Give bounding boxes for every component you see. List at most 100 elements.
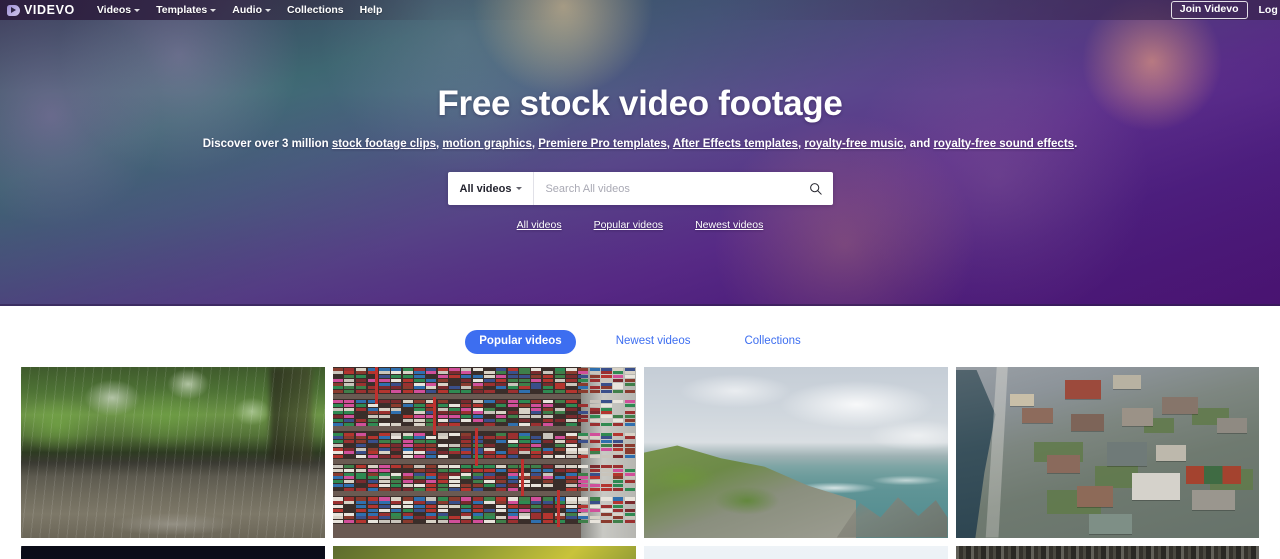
decor-container (555, 455, 565, 458)
decor-container (449, 476, 459, 479)
decor-container (531, 440, 541, 443)
hero-subtitle-link[interactable]: royalty-free sound effects (933, 138, 1074, 150)
tab-newest-videos[interactable]: Newest videos (602, 330, 705, 354)
nav-item-templates[interactable]: Templates (156, 4, 216, 16)
video-card[interactable] (333, 546, 637, 559)
decor-container (426, 513, 436, 516)
site-logo[interactable]: VIDEVO (7, 4, 75, 17)
decor-container (613, 371, 623, 374)
decor-container (531, 444, 541, 447)
decor-container (368, 455, 378, 458)
tab-popular-videos[interactable]: Popular videos (465, 330, 575, 354)
join-videvo-button[interactable]: Join Videvo (1171, 1, 1248, 20)
decor-container (379, 411, 389, 414)
decor-container (601, 400, 611, 403)
decor-container (543, 455, 553, 458)
nav-item-collections[interactable]: Collections (287, 4, 344, 16)
decor-container (379, 448, 389, 451)
decor-container (379, 415, 389, 418)
quick-link-all-videos[interactable]: All videos (517, 219, 562, 231)
hero-subtitle-link[interactable]: After Effects templates (673, 138, 798, 150)
decor-container (403, 509, 413, 512)
decor-container (414, 497, 424, 500)
decor-container (403, 488, 413, 491)
decor-container (438, 473, 448, 476)
hero-subtitle-link[interactable]: royalty-free music (804, 138, 903, 150)
decor-container (566, 415, 576, 418)
decor-container (414, 473, 424, 476)
decor-container (543, 476, 553, 479)
quick-link-newest-videos[interactable]: Newest videos (695, 219, 763, 231)
content-tabs: Popular videos Newest videos Collections (0, 306, 1280, 354)
decor-container (578, 473, 588, 476)
decor-container (391, 520, 401, 523)
quick-link-popular-videos[interactable]: Popular videos (594, 219, 663, 231)
decor-container (566, 408, 576, 411)
video-card[interactable] (21, 546, 325, 559)
decor-container (543, 411, 553, 414)
decor-container (519, 419, 529, 422)
decor-container (601, 520, 611, 523)
video-card[interactable] (956, 546, 1260, 559)
decor-container (625, 404, 635, 407)
decor-container (496, 383, 506, 386)
decor-container (484, 436, 494, 439)
decor-container (438, 400, 448, 403)
decor-container (484, 408, 494, 411)
decor-container (438, 415, 448, 418)
decor-container (356, 400, 366, 403)
decor-container (391, 386, 401, 389)
tab-collections[interactable]: Collections (730, 330, 814, 354)
hero-subtitle-link[interactable]: stock footage clips (332, 138, 436, 150)
video-card[interactable] (644, 367, 948, 538)
login-link[interactable]: Log in (1259, 4, 1280, 16)
decor-container (566, 480, 576, 483)
nav-item-help[interactable]: Help (360, 4, 383, 16)
decor-container (625, 390, 635, 393)
search-submit-button[interactable] (799, 172, 833, 205)
decor-container (578, 371, 588, 374)
decor-container (613, 419, 623, 422)
decor-crane (375, 367, 378, 405)
decor-container (601, 375, 611, 378)
decor-container (590, 484, 600, 487)
decor-container (590, 390, 600, 393)
decor-container (508, 484, 518, 487)
decor-container (601, 436, 611, 439)
decor-container (508, 390, 518, 393)
decor-container (484, 480, 494, 483)
video-card[interactable] (21, 367, 325, 538)
hero-subtitle-link[interactable]: motion graphics (442, 138, 531, 150)
search-input[interactable] (545, 183, 788, 195)
decor-container (438, 505, 448, 508)
decor-container (578, 513, 588, 516)
decor-container (449, 390, 459, 393)
decor-container (438, 383, 448, 386)
decor-container (601, 516, 611, 519)
nav-item-audio[interactable]: Audio (232, 4, 271, 16)
decor-container (496, 386, 506, 389)
decor-container (356, 469, 366, 472)
decor-container (344, 440, 354, 443)
decor-container (368, 520, 378, 523)
video-card[interactable] (644, 546, 948, 559)
hero-subtitle-link[interactable]: Premiere Pro templates (538, 138, 666, 150)
decor-container (333, 451, 343, 454)
search-category-select[interactable]: All videos (448, 172, 535, 205)
decor-container (461, 465, 471, 468)
decor-container (508, 404, 518, 407)
nav-item-videos[interactable]: Videos (97, 4, 140, 16)
decor-container (379, 501, 389, 504)
video-card[interactable] (956, 367, 1260, 538)
video-card[interactable] (333, 367, 637, 538)
decor-container (508, 371, 518, 374)
decor-container (391, 484, 401, 487)
decor-container (426, 501, 436, 504)
hero-quick-links: All videos Popular videos Newest videos (0, 219, 1280, 231)
decor-container (379, 509, 389, 512)
decor-container (356, 520, 366, 523)
decor-container (426, 444, 436, 447)
decor-container (508, 444, 518, 447)
decor-container (531, 408, 541, 411)
decor-crane (475, 428, 478, 466)
